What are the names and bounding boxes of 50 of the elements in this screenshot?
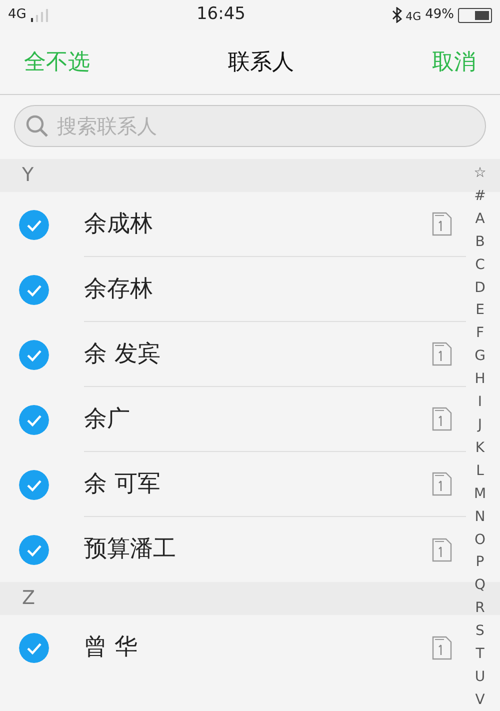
index-letter[interactable]: U: [470, 666, 490, 689]
network-label: 4G: [8, 6, 26, 24]
index-letter[interactable]: ☆: [470, 162, 490, 185]
index-letter[interactable]: R: [470, 597, 490, 620]
index-letter[interactable]: O: [470, 528, 490, 552]
data-network-label: 4G: [406, 8, 422, 25]
time-label: 16:45: [196, 3, 246, 26]
index-letter[interactable]: P: [470, 551, 490, 574]
section-letter: Y: [22, 163, 34, 188]
signal-icon: [30, 8, 50, 22]
checkbox[interactable]: [19, 632, 49, 662]
index-letter[interactable]: C: [470, 254, 490, 277]
index-letter[interactable]: N: [470, 506, 490, 528]
index-letter[interactable]: V: [470, 688, 490, 711]
contact-name: 余 发宾: [84, 340, 160, 369]
index-letter[interactable]: D: [470, 276, 490, 300]
index-letter[interactable]: S: [470, 620, 490, 644]
contact-name: 曾 华: [84, 633, 138, 662]
checkbox[interactable]: [19, 340, 49, 370]
search-icon: [26, 115, 48, 137]
index-letter[interactable]: E: [470, 299, 490, 322]
bluetooth-icon: [392, 7, 402, 23]
page-title: 联系人: [228, 48, 294, 76]
contact-name: 余成林: [84, 210, 153, 239]
search-field[interactable]: 搜索联系人: [14, 105, 486, 147]
index-letter[interactable]: L: [470, 460, 490, 483]
index-letter[interactable]: H: [470, 368, 490, 392]
index-letter[interactable]: M: [470, 482, 490, 506]
contact-name: 余存林: [84, 274, 153, 304]
checkbox[interactable]: [19, 404, 49, 434]
index-letter[interactable]: I: [470, 391, 490, 414]
battery-percent: 49%: [425, 6, 454, 24]
checkbox[interactable]: [19, 274, 49, 304]
checkbox[interactable]: [19, 210, 49, 240]
index-letter[interactable]: Q: [470, 574, 490, 598]
battery-icon: [458, 8, 492, 22]
index-letter[interactable]: A: [470, 208, 490, 231]
contact-name: 余 可军: [84, 470, 160, 499]
index-letter[interactable]: #: [470, 184, 490, 208]
section-letter: Z: [22, 586, 36, 612]
index-letter[interactable]: F: [470, 322, 490, 346]
index-letter[interactable]: T: [470, 643, 490, 666]
contact-name: 余广: [84, 404, 130, 434]
index-letter[interactable]: K: [470, 436, 490, 460]
index-letter[interactable]: G: [470, 345, 490, 368]
index-letter[interactable]: B: [470, 230, 490, 254]
checkbox[interactable]: [19, 534, 49, 564]
checkbox[interactable]: [19, 470, 49, 500]
contact-name: 预算潘工: [84, 535, 176, 564]
index-letter[interactable]: J: [470, 414, 490, 437]
